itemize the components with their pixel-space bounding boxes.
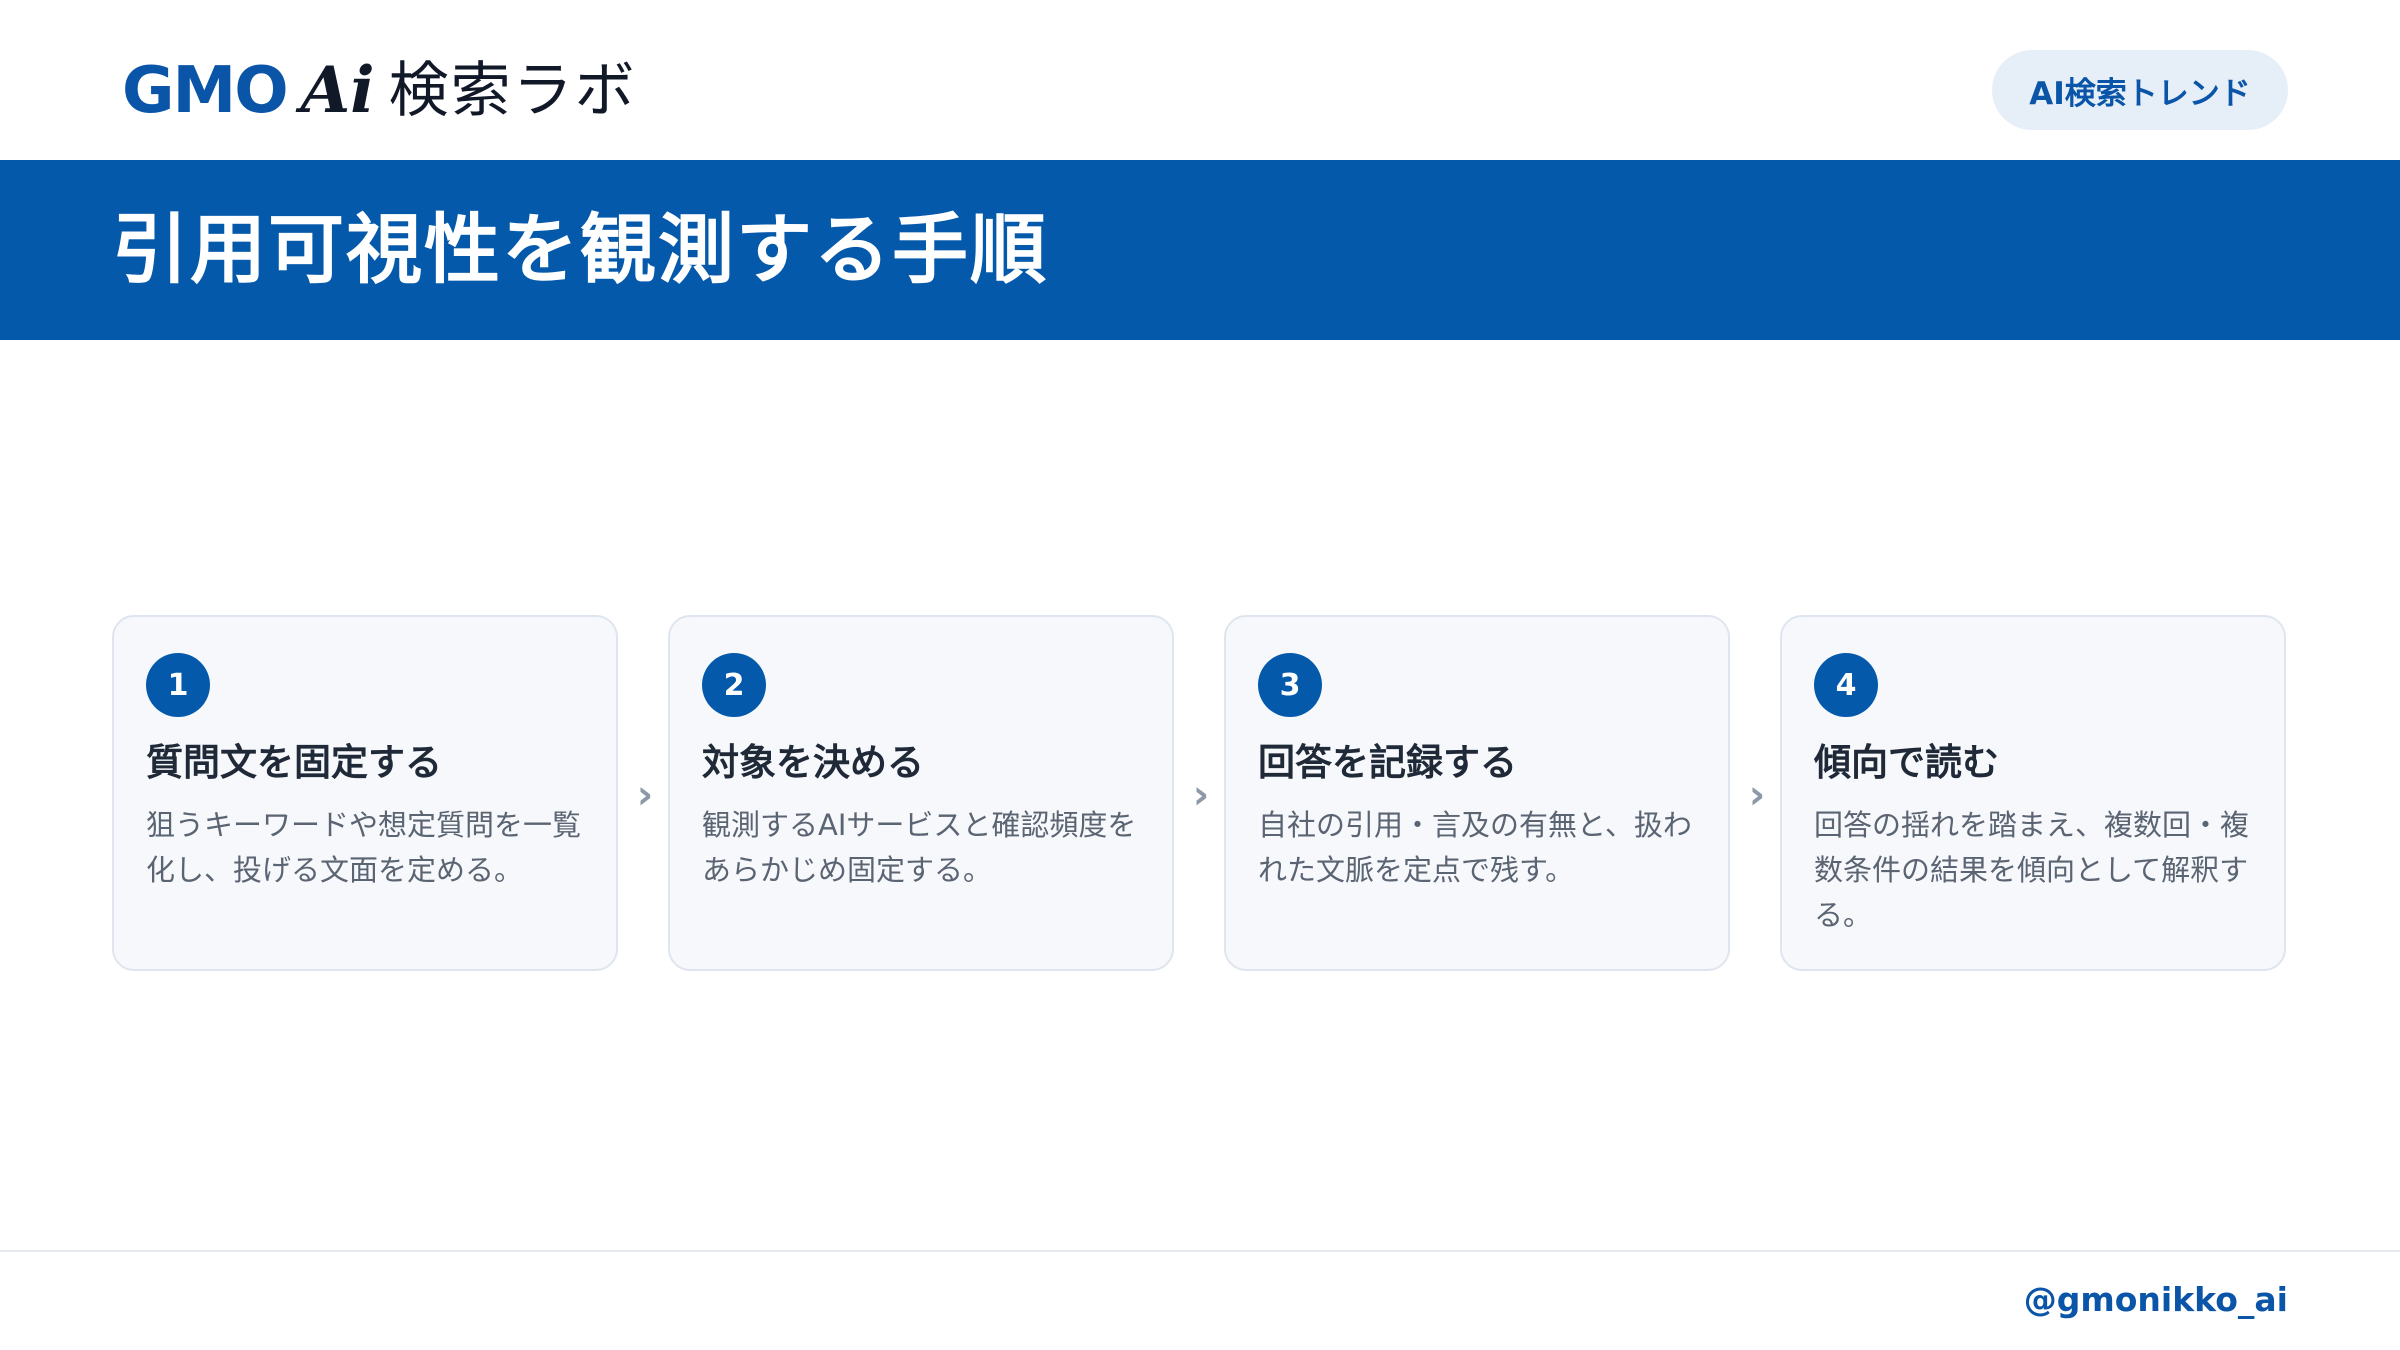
title-banner: 引用可視性を観測する手順: [0, 160, 2400, 340]
step-card-2: 2 対象を決める 観測するAIサービスと確認頻度をあらかじめ固定する。: [668, 615, 1174, 971]
header: GMO Ai 検索ラボ AI検索トレンド: [0, 0, 2400, 160]
step-number-badge: 1: [146, 653, 210, 717]
step-number-badge: 3: [1258, 653, 1322, 717]
chevron-right-icon: ›: [1748, 772, 1766, 818]
logo[interactable]: GMO Ai 検索ラボ: [122, 56, 637, 126]
chevron-right-icon: ›: [1192, 772, 1210, 818]
logo-lab: 検索ラボ: [388, 56, 637, 126]
step-title: 回答を記録する: [1258, 741, 1517, 784]
step-card-3: 3 回答を記録する 自社の引用・言及の有無と、扱われた文脈を定点で残す。: [1224, 615, 1730, 971]
step-description: 観測するAIサービスと確認頻度をあらかじめ固定する。: [702, 808, 1137, 887]
step-number-badge: 2: [702, 653, 766, 717]
step-card-1: 1 質問文を固定する 狙うキーワードや想定質問を一覧化し、投げる文面を定める。: [112, 615, 618, 971]
step-number-badge: 4: [1814, 653, 1878, 717]
step-title: 傾向で読む: [1814, 741, 1999, 784]
step-description: 自社の引用・言及の有無と、扱われた文脈を定点で残す。: [1258, 808, 1692, 887]
step-title: 対象を決める: [702, 741, 924, 784]
logo-brand: GMO: [122, 54, 289, 128]
step-card-4: 4 傾向で読む 回答の揺れを踏まえ、複数回・複数条件の結果を傾向として解釈する。: [1780, 615, 2286, 971]
footer-divider: [0, 1250, 2400, 1252]
page-title: 引用可視性を観測する手順: [112, 205, 1048, 294]
category-tag[interactable]: AI検索トレンド: [1992, 50, 2288, 130]
steps: 1 質問文を固定する 狙うキーワードや想定質問を一覧化し、投げる文面を定める。 …: [112, 615, 2288, 975]
step-description: 狙うキーワードや想定質問を一覧化し、投げる文面を定める。: [146, 808, 582, 887]
step-description: 回答の揺れを踏まえ、複数回・複数条件の結果を傾向として解釈する。: [1814, 808, 2250, 932]
social-handle[interactable]: @gmonikko_ai: [2024, 1276, 2288, 1324]
logo-ai: Ai: [300, 53, 375, 128]
step-title: 質問文を固定する: [146, 741, 442, 784]
chevron-right-icon: ›: [636, 772, 654, 818]
